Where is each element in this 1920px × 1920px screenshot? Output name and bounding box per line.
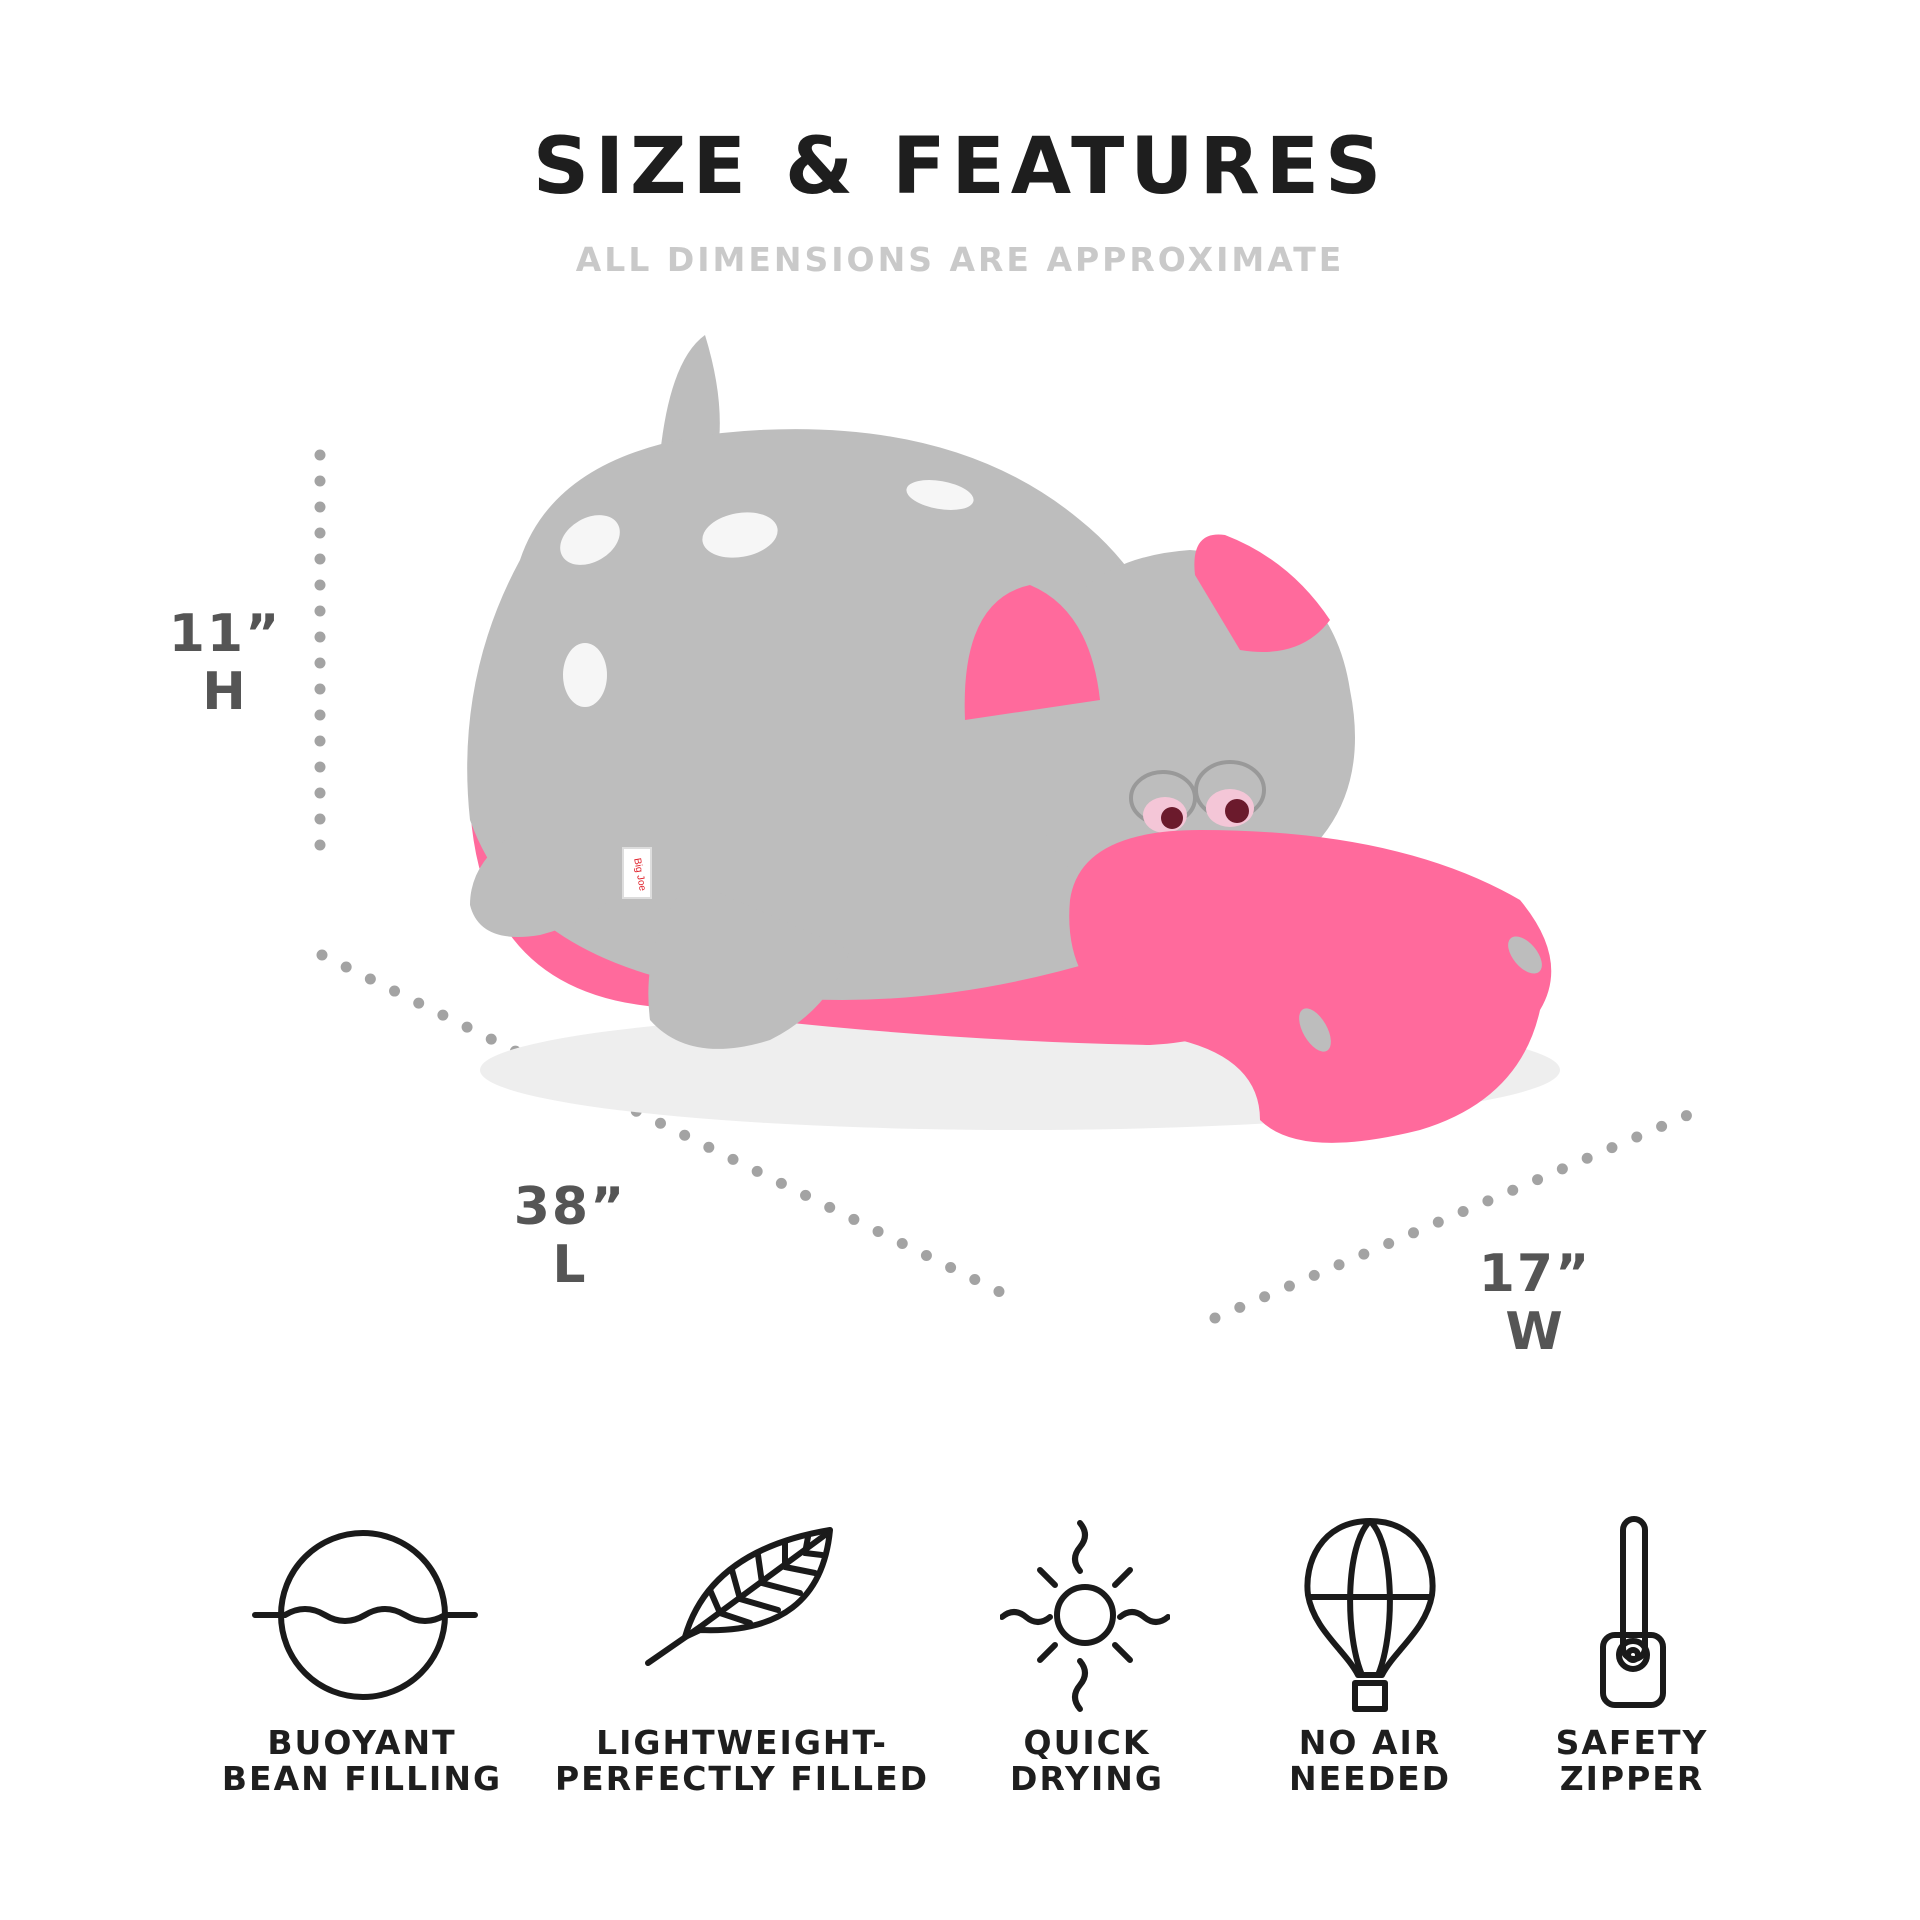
height-axis-label: H [202,662,248,722]
hot-air-balloon-icon [1300,1515,1640,1715]
feature-label-lightweight: LIGHTWEIGHT- PERFECTLY FILLED [554,1723,930,1798]
feather-leaf-icon [640,1515,980,1715]
feature-label-buoyant: BUOYANT BEAN FILLING [221,1723,503,1798]
buoyant-bean-icon [245,1515,585,1715]
sun-icon [1000,1515,1340,1715]
width-axis-label: W [1505,1302,1565,1362]
height-dimension: 11” H [160,605,290,721]
feature-label-safety-zipper: SAFETY ZIPPER [1555,1723,1709,1798]
width-dimension: 17” W [1470,1245,1600,1361]
zipper-icon [1595,1515,1920,1715]
width-dimension-line [1209,1109,1694,1324]
length-value: 38” [513,1177,627,1237]
length-axis-label: L [552,1235,588,1295]
height-value: 11” [168,604,282,664]
length-dimension: 38” L [505,1178,635,1294]
hippo-bean-bag-icon: Big Joe [467,335,1560,1143]
width-value: 17” [1478,1244,1592,1304]
